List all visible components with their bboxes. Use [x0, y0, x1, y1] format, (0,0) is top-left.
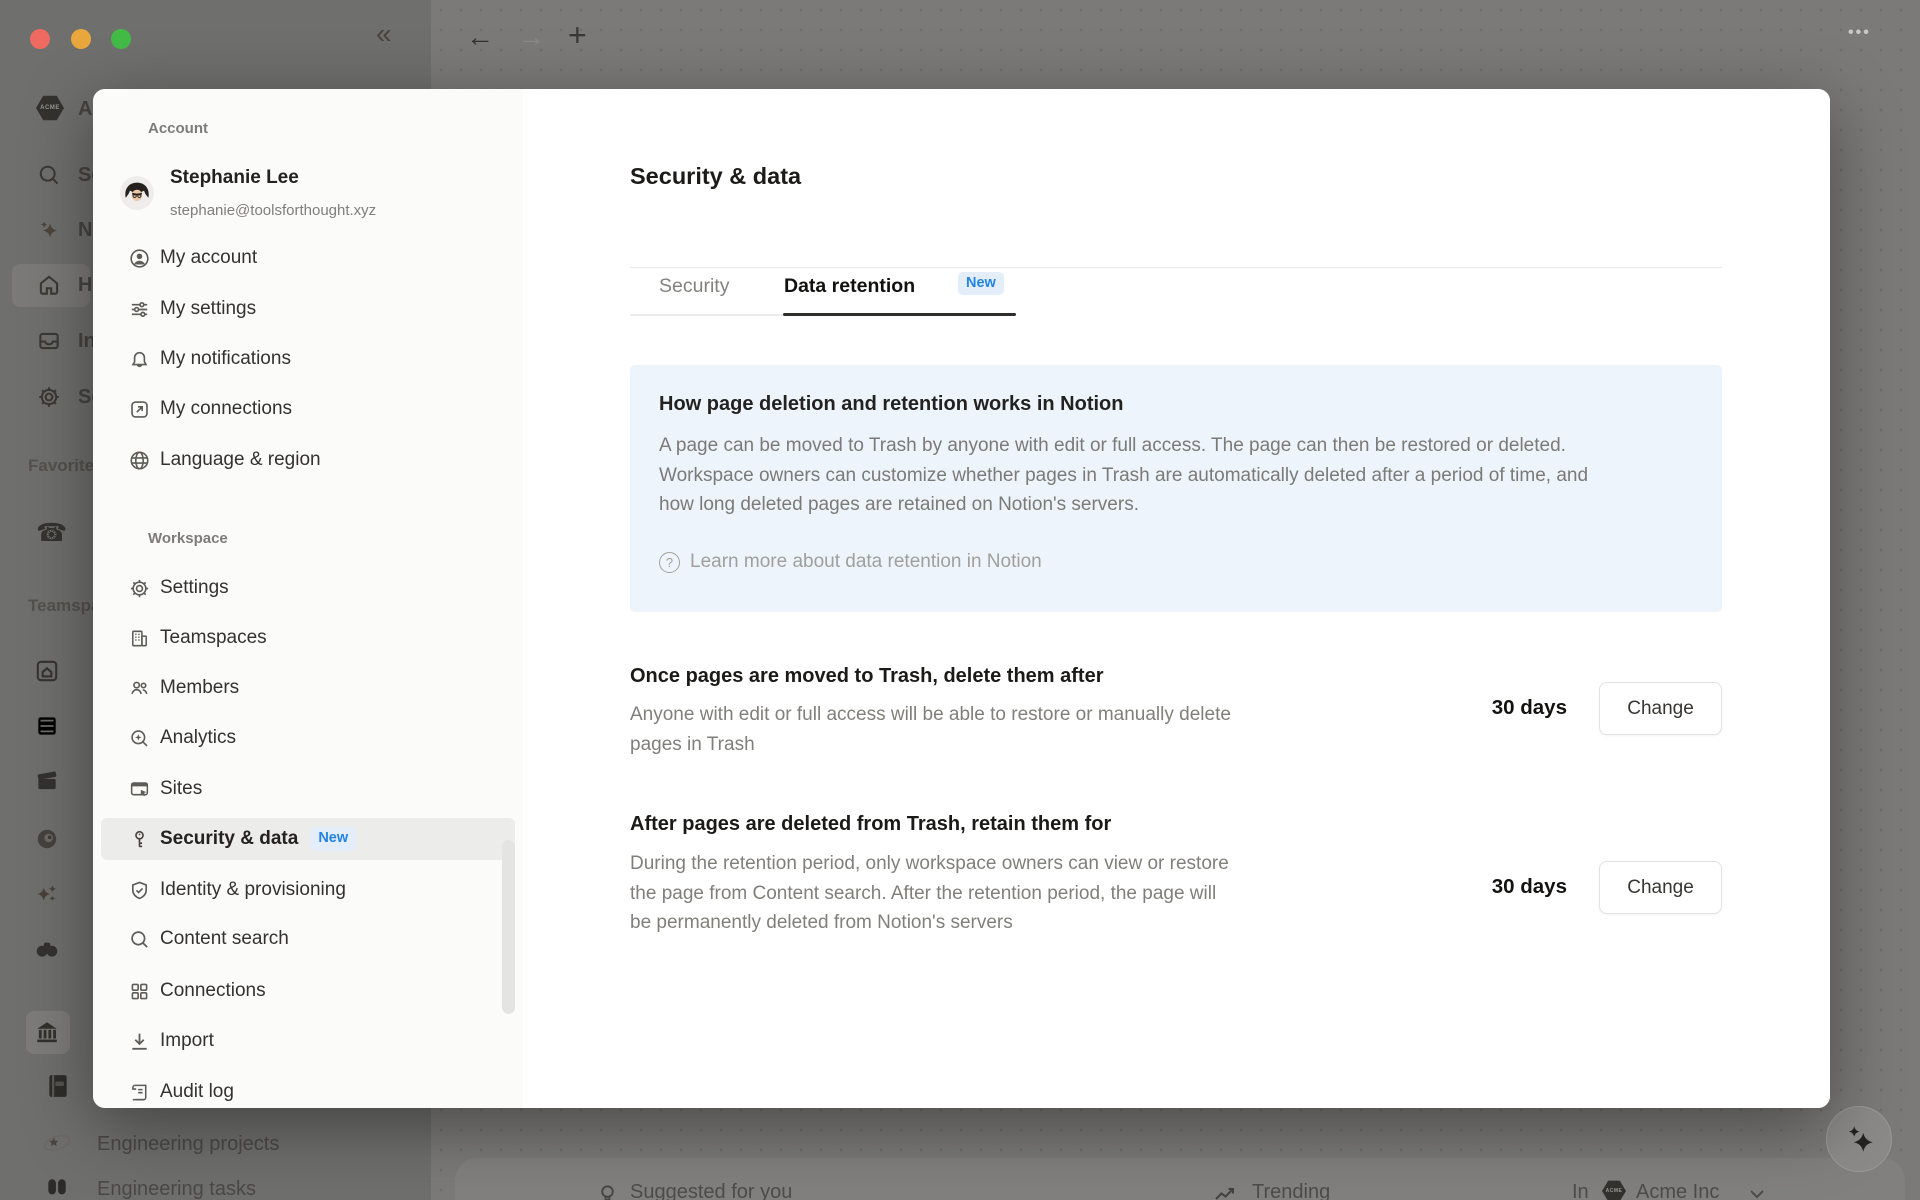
notebook-emoji-icon[interactable]	[46, 1073, 70, 1099]
info-box: How page deletion and retention works in…	[630, 365, 1722, 612]
in-label: In	[1572, 1181, 1589, 1200]
phone-emoji-icon[interactable]: ☎	[36, 518, 67, 548]
grid-squares-icon	[127, 979, 151, 1003]
info-box-title: How page deletion and retention works in…	[659, 393, 1123, 416]
classical-building-emoji-icon[interactable]	[34, 1019, 60, 1045]
sidebar-item-analytics[interactable]: Analytics	[101, 717, 515, 759]
notion-ai-fab	[1826, 1106, 1892, 1172]
trending-icon	[1213, 1183, 1237, 1200]
nav-forward-icon[interactable]: →	[517, 21, 545, 53]
macos-minimize-button[interactable]	[71, 29, 91, 49]
sidebar-item-members[interactable]: Members	[101, 667, 515, 709]
browser-cursor-icon	[127, 777, 151, 801]
notion-ai-sparkle-icon[interactable]	[36, 217, 62, 243]
active-tab-underline	[783, 313, 1016, 316]
chevron-down-icon[interactable]	[1748, 1187, 1766, 1200]
people-icon	[127, 676, 151, 700]
help-circle-icon: ?	[659, 552, 680, 573]
globe-icon	[127, 448, 151, 472]
sidebar-item-my-settings[interactable]: My settings	[101, 288, 515, 330]
setting-trash-delete-title: Once pages are moved to Trash, delete th…	[630, 665, 1104, 688]
workspace-filter-label[interactable]: Acme Inc	[1636, 1181, 1719, 1200]
sidebar-collapse-icon[interactable]: «	[376, 18, 392, 50]
settings-modal: Account Stephanie Lee stephanie@toolsfor…	[93, 89, 1830, 1108]
sidebar-item-my-notifications[interactable]: My notifications	[101, 338, 515, 380]
settings-content: Security & data Security Data retention …	[523, 89, 1830, 1108]
inbox-icon[interactable]	[36, 328, 62, 354]
shield-check-icon	[127, 878, 151, 902]
more-menu-icon[interactable]: •••	[1848, 24, 1871, 42]
key-icon	[127, 827, 151, 851]
tab-new-badge: New	[958, 272, 1004, 295]
page-engineering-projects[interactable]: Engineering projects	[97, 1133, 279, 1156]
title-divider	[630, 267, 1722, 268]
user-avatar[interactable]	[120, 176, 154, 210]
new-badge: New	[310, 827, 356, 850]
sidebar-item-identity-provisioning[interactable]: Identity & provisioning	[101, 869, 515, 911]
tab-data-retention[interactable]: Data retention	[784, 275, 915, 298]
clapperboard-icon[interactable]	[34, 768, 60, 794]
binoculars-emoji-icon[interactable]	[34, 936, 60, 962]
sidebar-item-settings[interactable]: Settings	[101, 567, 515, 609]
settings-gear-icon[interactable]	[36, 384, 62, 410]
tab-security[interactable]: Security	[659, 275, 729, 298]
settings-sidebar: Account Stephanie Lee stephanie@toolsfor…	[93, 89, 523, 1108]
suggested-for-you-label: Suggested for you	[630, 1181, 792, 1200]
search-icon	[127, 927, 151, 951]
change-trash-delete-button[interactable]: Change	[1599, 682, 1722, 735]
arrow-out-box-icon	[127, 397, 151, 421]
setting-trash-delete-description: Anyone with edit or full access will be …	[630, 700, 1235, 759]
scroll-icon	[127, 1080, 151, 1104]
suggested-icon	[596, 1182, 619, 1200]
change-retention-button[interactable]: Change	[1599, 861, 1722, 914]
shooting-star-emoji-icon[interactable]	[42, 1130, 72, 1158]
home-icon[interactable]	[36, 272, 62, 298]
sidebar-item-my-connections[interactable]: My connections	[101, 388, 515, 430]
shell-emoji-icon[interactable]	[34, 826, 60, 852]
sidebar-item-audit-log[interactable]: Audit log	[101, 1071, 515, 1108]
trending-label: Trending	[1252, 1181, 1330, 1200]
sidebar-item-language-region[interactable]: Language & region	[101, 439, 515, 481]
ai-sparkles-icon	[1842, 1122, 1876, 1156]
setting-retention-description: During the retention period, only worksp…	[630, 849, 1235, 938]
sidebar-item-my-account[interactable]: My account	[101, 237, 515, 279]
learn-more-link[interactable]: ? Learn more about data retention in Not…	[659, 551, 1042, 573]
gear-icon	[127, 576, 151, 600]
sidebar-item-content-search[interactable]: Content search	[101, 918, 515, 960]
new-tab-icon[interactable]: +	[568, 17, 587, 54]
person-circle-icon	[127, 246, 151, 270]
team-home-icon[interactable]	[34, 658, 60, 684]
nav-back-icon[interactable]: ←	[466, 21, 494, 53]
account-section-label: Account	[148, 120, 208, 137]
bell-icon	[127, 347, 151, 371]
building-icon	[127, 626, 151, 650]
setting-retention-value: 30 days	[1492, 875, 1567, 899]
user-email: stephanie@toolsforthought.xyz	[170, 202, 376, 219]
sidebar-item-security-data[interactable]: Security & data New	[101, 818, 515, 860]
sidebar-item-connections[interactable]: Connections	[101, 970, 515, 1012]
page-title: Security & data	[630, 163, 801, 190]
sidebar-item-teamspaces[interactable]: Teamspaces	[101, 617, 515, 659]
binoculars-dark-icon[interactable]	[44, 1176, 70, 1200]
search-icon[interactable]	[36, 162, 62, 188]
user-name[interactable]: Stephanie Lee	[170, 167, 299, 189]
setting-retention-title: After pages are deleted from Trash, reta…	[630, 813, 1111, 836]
sliders-icon	[127, 297, 151, 321]
tab-baseline	[630, 314, 783, 316]
workspace-logo[interactable]: ACME	[36, 95, 64, 121]
magnifier-sparkle-icon	[127, 726, 151, 750]
download-arrow-icon	[127, 1029, 151, 1053]
sidebar-scrollbar-thumb[interactable]	[502, 840, 515, 1014]
film-frames-icon[interactable]	[34, 713, 60, 739]
sidebar-item-import[interactable]: Import	[101, 1020, 515, 1062]
info-box-body: A page can be moved to Trash by anyone w…	[659, 431, 1619, 520]
screen: ACME Acme Inc Search Notion AI Home Inbo…	[0, 0, 1920, 1200]
page-engineering-tasks[interactable]: Engineering tasks	[97, 1178, 256, 1200]
macos-close-button[interactable]	[30, 29, 50, 49]
sidebar-item-sites[interactable]: Sites	[101, 768, 515, 810]
setting-trash-delete-value: 30 days	[1492, 696, 1567, 720]
macos-zoom-button[interactable]	[111, 29, 131, 49]
workspace-section-label: Workspace	[148, 530, 228, 547]
sparkles-emoji-icon[interactable]	[34, 881, 60, 907]
